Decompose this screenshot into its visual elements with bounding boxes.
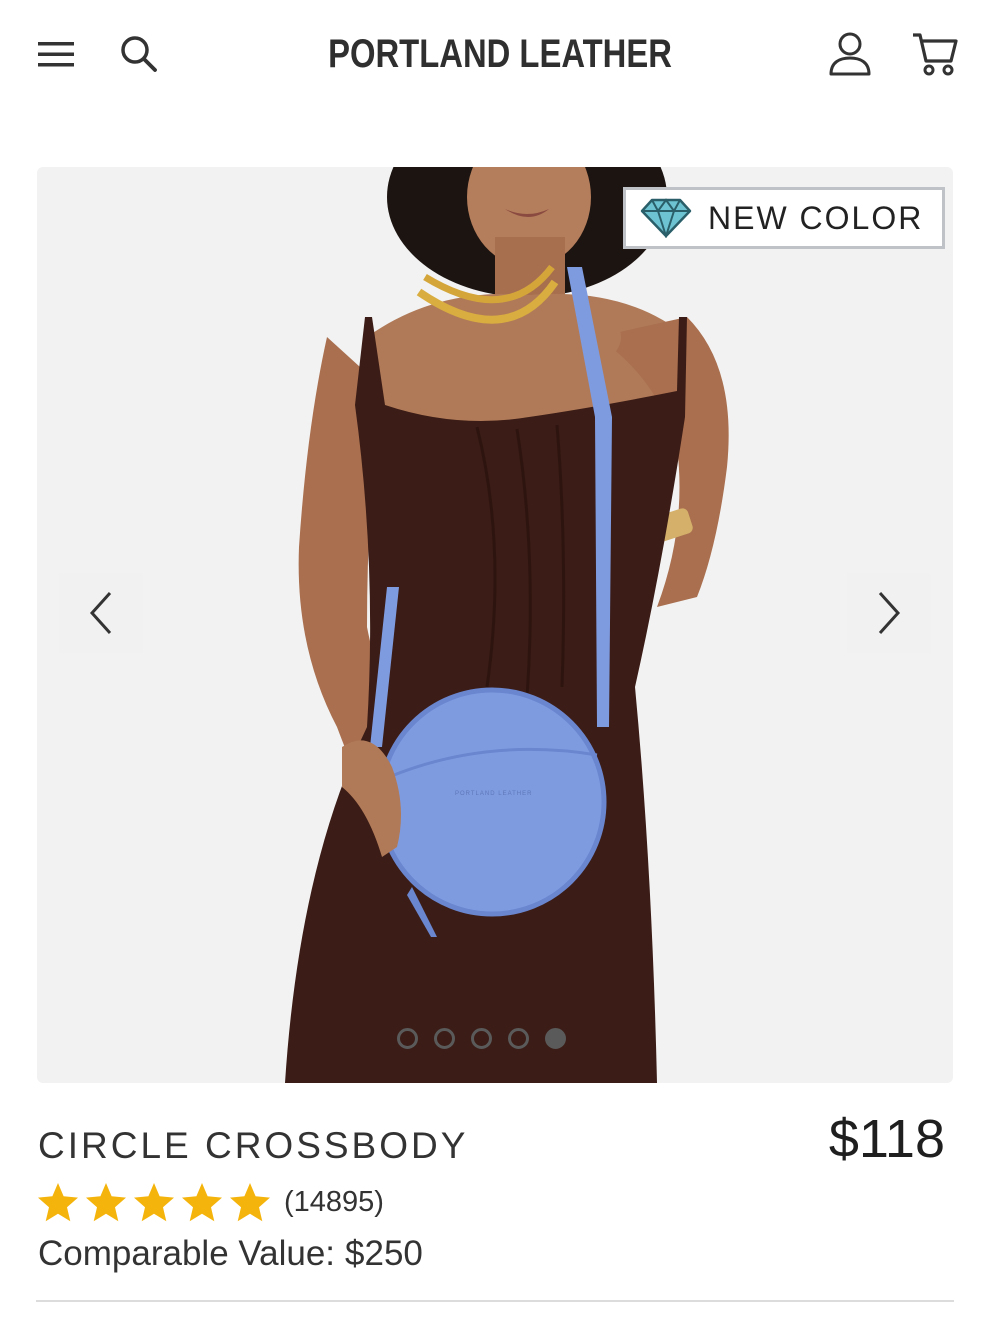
comparable-label: Comparable Value:	[38, 1234, 336, 1273]
account-button[interactable]	[820, 26, 880, 82]
carousel-dots	[397, 1028, 566, 1058]
carousel-dot[interactable]	[397, 1028, 418, 1049]
carousel-dot-active[interactable]	[545, 1028, 566, 1049]
comparable-price: $250	[345, 1234, 423, 1273]
bag-imprint: PORTLAND LEATHER	[455, 791, 533, 797]
carousel-dot[interactable]	[434, 1028, 455, 1049]
chevron-right-icon	[878, 591, 901, 635]
menu-button[interactable]	[30, 30, 82, 78]
next-image-button[interactable]	[847, 573, 931, 653]
star-icon	[182, 1183, 222, 1222]
comparable-value: Comparable Value: $250	[38, 1234, 423, 1274]
badge-label: NEW COLOR	[708, 199, 924, 236]
rating-row[interactable]: (14895)	[36, 1180, 384, 1224]
star-icon	[134, 1183, 174, 1222]
star-icon	[86, 1183, 126, 1222]
brand-logo[interactable]: PORTLAND LEATHER	[90, 28, 910, 80]
chevron-left-icon	[89, 591, 112, 635]
star-icon	[230, 1183, 270, 1222]
previous-image-button[interactable]	[59, 573, 143, 653]
star-icon	[38, 1183, 78, 1222]
hamburger-icon	[38, 42, 74, 67]
carousel-dot[interactable]	[471, 1028, 492, 1049]
carousel-dot[interactable]	[508, 1028, 529, 1049]
product-photo	[285, 167, 729, 1083]
diamond-icon	[640, 198, 692, 238]
cart-button[interactable]	[902, 26, 968, 82]
product-title: CIRCLE CROSSBODY	[38, 1125, 469, 1166]
product-price: $118	[828, 1109, 945, 1169]
divider	[36, 1300, 954, 1302]
new-color-badge: NEW COLOR	[623, 187, 945, 249]
cart-icon	[913, 33, 958, 76]
user-icon	[829, 32, 871, 76]
product-image-gallery[interactable]: PORTLAND LEATHER NEW COLOR	[37, 167, 953, 1083]
site-header: PORTLAND LEATHER	[0, 0, 1000, 110]
review-count[interactable]: (14895)	[284, 1186, 384, 1219]
